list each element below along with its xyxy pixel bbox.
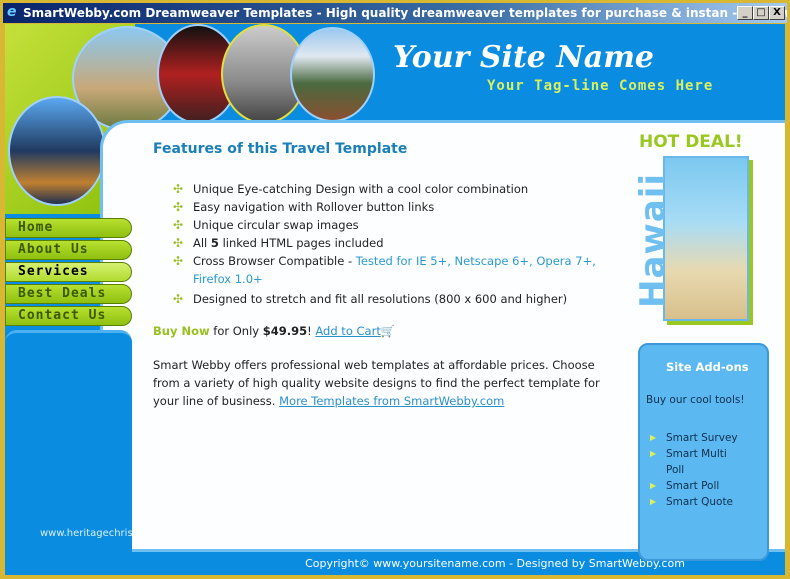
add-to-cart-link[interactable]: Add to Cart (315, 324, 380, 338)
addon-item[interactable]: ▶ Smart Multi Poll (640, 446, 740, 478)
hawaii-promo-image[interactable] (663, 156, 749, 321)
cart-icon: 🛒 (380, 324, 396, 338)
star-bullet-icon: ✣ (173, 182, 184, 196)
nav-menu: Home About Us Services Best Deals Contac… (5, 218, 132, 328)
addons-subtitle: Buy our cool tools! (646, 394, 745, 406)
left-sidebar-panel (5, 330, 132, 560)
hawaii-label: Hawaii (633, 172, 673, 308)
window-titlebar: e SmartWebby.com Dreamweaver Templates -… (3, 3, 787, 23)
nav-services[interactable]: Services (5, 262, 132, 282)
feature-item: ✣ Unique Eye-catching Design with a cool … (173, 182, 529, 196)
triangle-bullet-icon: ▶ (650, 449, 657, 458)
hot-deal-label: HOT DEAL! (639, 132, 743, 152)
addon-item[interactable]: ▶ Smart Poll (640, 478, 767, 494)
maximize-button[interactable]: □ (753, 6, 769, 20)
feature-item: ✣ Easy navigation with Rollover button li… (173, 200, 435, 214)
star-bullet-icon: ✣ (173, 236, 184, 250)
ie-icon: e (7, 4, 17, 20)
city-photo (8, 96, 106, 206)
addons-title: Site Add-ons (666, 360, 749, 374)
price: $49.95 (262, 324, 308, 338)
nav-about-us[interactable]: About Us (5, 240, 132, 260)
triangle-bullet-icon: ▶ (650, 497, 657, 506)
main-content: Features of this Travel Template ✣ Unique… (153, 140, 608, 410)
star-bullet-icon: ✣ (173, 218, 184, 232)
buy-now-label: Buy Now (153, 324, 210, 338)
more-templates-link[interactable]: More Templates from SmartWebby.com (279, 394, 504, 408)
feature-item: ✣ Designed to stretch and fit all resolut… (173, 292, 568, 306)
tagline: Your Tag-line Comes Here (487, 78, 714, 94)
feature-item: ✣ Cross Browser Compatible - Tested for I… (173, 254, 596, 286)
window-title: SmartWebby.com Dreamweaver Templates - H… (23, 6, 787, 20)
site-name: Your Site Name (393, 40, 655, 75)
page-title: Features of this Travel Template (153, 141, 408, 157)
triangle-bullet-icon: ▶ (650, 433, 657, 442)
star-bullet-icon: ✣ (173, 292, 184, 306)
addon-item[interactable]: ▶ Smart Survey (640, 430, 767, 446)
site-addons-box: Site Add-ons Buy our cool tools! ▶ Smart … (638, 343, 769, 561)
alps-photo (290, 27, 375, 122)
star-bullet-icon: ✣ (173, 254, 184, 268)
buy-line: Buy Now for Only $49.95! Add to Cart🛒 (153, 324, 396, 338)
minimize-button[interactable]: _ (737, 6, 753, 20)
star-bullet-icon: ✣ (173, 200, 184, 214)
watermark: www.heritagechristiancollege.com (40, 528, 213, 539)
feature-item: ✣ All 5 linked HTML pages included (173, 236, 384, 250)
close-button[interactable]: X (769, 6, 785, 20)
feature-list: ✣ Unique Eye-catching Design with a cool … (153, 180, 608, 308)
nav-contact-us[interactable]: Contact Us (5, 306, 132, 326)
description: Smart Webby offers professional web temp… (153, 358, 600, 408)
feature-item: ✣ Unique circular swap images (173, 218, 359, 232)
triangle-bullet-icon: ▶ (650, 481, 657, 490)
nav-home[interactable]: Home (5, 218, 132, 238)
nav-best-deals[interactable]: Best Deals (5, 284, 132, 304)
addon-item[interactable]: ▶ Smart Quote (640, 494, 767, 510)
